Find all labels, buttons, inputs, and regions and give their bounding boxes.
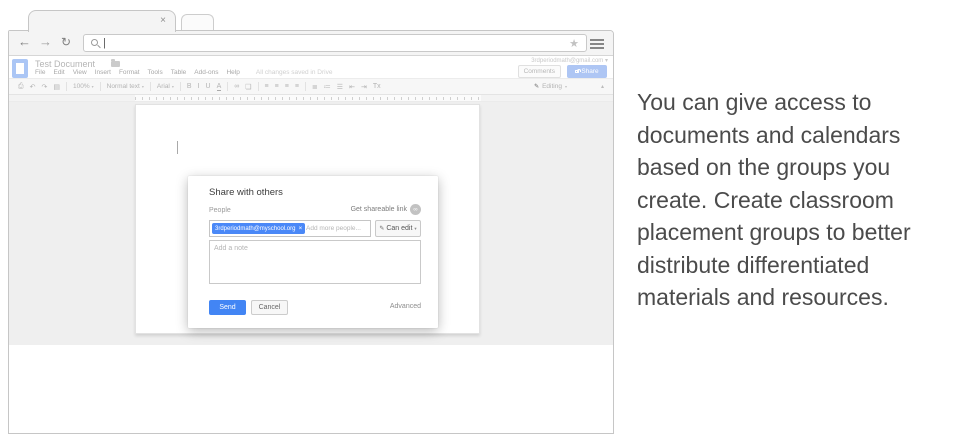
indent-decrease-icon[interactable]: ⇤ xyxy=(349,83,355,91)
ruler-ticks xyxy=(135,95,481,101)
toolbar-separator xyxy=(66,82,67,91)
editing-mode-select[interactable]: ✎ Editing ▾ xyxy=(534,83,567,90)
cancel-button[interactable]: Cancel xyxy=(251,300,288,315)
docs-menubar: File Edit View Insert Format Tools Table… xyxy=(35,69,332,76)
link-icon: ∞ xyxy=(410,204,421,215)
close-tab-icon[interactable]: × xyxy=(160,14,166,28)
zoom-value: 100% xyxy=(73,83,90,90)
zoom-select[interactable]: 100% ▾ xyxy=(73,83,94,90)
paint-format-icon[interactable]: ▤ xyxy=(53,83,60,91)
add-people-placeholder: Add more people... xyxy=(306,225,361,232)
toolbar-separator xyxy=(100,82,101,91)
styles-select[interactable]: Normal text ▾ xyxy=(107,83,144,90)
toolbar-separator xyxy=(180,82,181,91)
remove-chip-icon[interactable]: × xyxy=(298,225,302,232)
share-button-label: Share xyxy=(581,68,598,75)
italic-icon[interactable]: I xyxy=(198,83,200,90)
pencil-icon: ✎ xyxy=(379,225,384,232)
align-right-icon[interactable]: ≡ xyxy=(285,83,289,90)
document-title[interactable]: Test Document xyxy=(35,59,95,69)
account-email[interactable]: 3rdperiodmath@gmail.com ▾ xyxy=(531,57,608,64)
clear-formatting-icon[interactable]: Tx xyxy=(373,83,381,90)
menu-addons[interactable]: Add-ons xyxy=(194,69,218,76)
menu-insert[interactable]: Insert xyxy=(95,69,111,76)
menu-help[interactable]: Help xyxy=(226,69,239,76)
collapse-toolbar-icon[interactable]: ▴ xyxy=(601,83,604,90)
people-label: People xyxy=(209,207,231,214)
address-bar-input[interactable]: | ★ xyxy=(83,34,587,52)
docs-app-icon xyxy=(12,59,28,78)
line-spacing-icon[interactable]: ≣ xyxy=(312,83,318,91)
chevron-down-icon: ▾ xyxy=(92,84,94,89)
chevron-down-icon: ▾ xyxy=(565,84,567,89)
advanced-link[interactable]: Advanced xyxy=(390,303,421,310)
menu-tools[interactable]: Tools xyxy=(148,69,163,76)
redo-icon[interactable]: ↷ xyxy=(41,83,47,91)
move-to-folder-icon[interactable] xyxy=(111,61,120,67)
search-icon xyxy=(91,39,98,46)
pencil-icon: ✎ xyxy=(534,83,539,90)
browser-toolbar: ← → ↻ | ★ xyxy=(9,31,613,56)
send-button[interactable]: Send xyxy=(209,300,246,315)
numbered-list-icon[interactable]: ≔ xyxy=(324,83,331,91)
align-left-icon[interactable]: ≡ xyxy=(265,83,269,90)
docs-header: Test Document File Edit View Insert Form… xyxy=(9,57,613,78)
lock-icon xyxy=(575,70,579,73)
share-button[interactable]: Share xyxy=(567,65,607,78)
text-color-icon[interactable]: A xyxy=(217,83,222,91)
get-shareable-link-label: Get shareable link xyxy=(351,206,407,213)
bookmark-star-icon[interactable]: ★ xyxy=(569,37,579,50)
indent-increase-icon[interactable]: ⇥ xyxy=(361,83,367,91)
permission-label: Can edit xyxy=(386,225,412,232)
share-dialog: Share with others People Get shareable l… xyxy=(188,176,438,328)
print-icon[interactable]: ⎙ xyxy=(18,83,24,91)
caption-text: You can give access to documents and cal… xyxy=(637,86,953,314)
email-chip-label: 3rdperiodmath@myschool.org xyxy=(215,226,295,232)
browser-menu-icon[interactable] xyxy=(590,39,604,41)
ruler xyxy=(9,95,613,102)
people-input[interactable]: 3rdperiodmath@myschool.org × Add more pe… xyxy=(209,220,371,237)
menu-file[interactable]: File xyxy=(35,69,45,76)
note-placeholder: Add a note xyxy=(214,245,248,252)
menu-edit[interactable]: Edit xyxy=(53,69,64,76)
browser-tab[interactable]: × xyxy=(28,10,176,32)
menu-format[interactable]: Format xyxy=(119,69,140,76)
chevron-down-icon: ▾ xyxy=(414,226,416,232)
font-value: Arial xyxy=(157,83,170,90)
comments-button[interactable]: Comments xyxy=(518,65,561,78)
dialog-title: Share with others xyxy=(209,187,283,198)
forward-icon[interactable]: → xyxy=(39,34,52,49)
toolbar-separator xyxy=(258,82,259,91)
chevron-down-icon: ▾ xyxy=(172,84,174,89)
font-select[interactable]: Arial ▾ xyxy=(157,83,174,90)
text-cursor xyxy=(177,141,178,154)
text-cursor: | xyxy=(103,37,106,49)
toolbar-separator xyxy=(305,82,306,91)
toolbar-separator xyxy=(227,82,228,91)
menu-view[interactable]: View xyxy=(73,69,87,76)
underline-icon[interactable]: U xyxy=(206,83,211,90)
styles-value: Normal text xyxy=(107,83,140,90)
note-textarea[interactable]: Add a note xyxy=(209,240,421,284)
toolbar-separator xyxy=(150,82,151,91)
menu-table[interactable]: Table xyxy=(171,69,187,76)
permission-dropdown[interactable]: ✎ Can edit ▾ xyxy=(375,220,421,237)
reload-icon[interactable]: ↻ xyxy=(61,35,71,49)
align-center-icon[interactable]: ≡ xyxy=(275,83,279,90)
align-justify-icon[interactable]: ≡ xyxy=(295,83,299,90)
docs-toolbar: ⎙ ↶ ↷ ▤ 100% ▾ Normal text ▾ Arial ▾ B I… xyxy=(9,78,613,95)
chevron-down-icon: ▾ xyxy=(142,84,144,89)
comment-icon[interactable]: ❏ xyxy=(245,83,251,91)
mode-label: Editing xyxy=(542,83,562,90)
get-shareable-link-button[interactable]: Get shareable link ∞ xyxy=(351,204,421,215)
undo-icon[interactable]: ↶ xyxy=(30,83,36,91)
link-icon[interactable]: ∞ xyxy=(234,83,239,90)
browser-window: × ← → ↻ | ★ Test Document File Edit View… xyxy=(8,10,614,424)
email-chip[interactable]: 3rdperiodmath@myschool.org × xyxy=(212,223,305,234)
back-icon[interactable]: ← xyxy=(18,34,31,49)
saved-status: All changes saved in Drive xyxy=(256,69,333,76)
bulleted-list-icon[interactable]: ☰ xyxy=(337,83,343,91)
bold-icon[interactable]: B xyxy=(187,83,192,90)
